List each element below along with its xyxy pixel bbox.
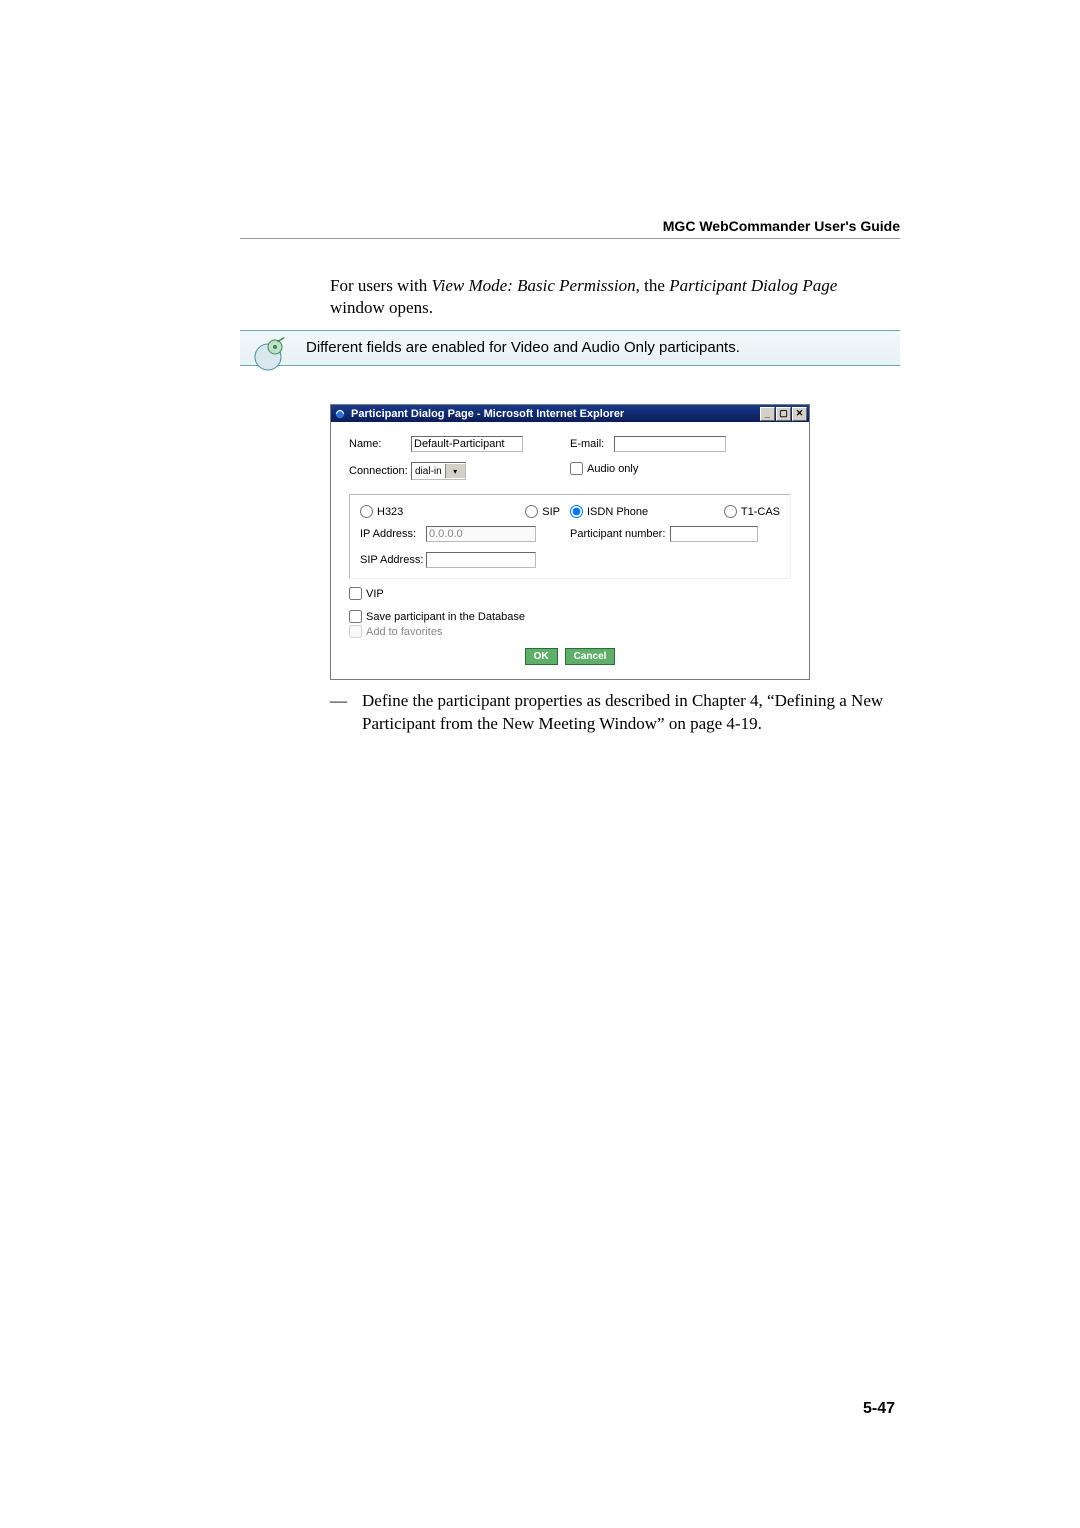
dash-text: Define the participant properties as des…: [362, 690, 895, 736]
dash-bullet: —: [330, 690, 362, 736]
h323-label: H323: [377, 506, 403, 518]
window-minimize-button[interactable]: _: [760, 407, 775, 421]
intro-suffix: window opens.: [330, 298, 433, 317]
ok-button[interactable]: OK: [525, 648, 558, 665]
isdn-label: ISDN Phone: [587, 506, 648, 518]
vip-label: VIP: [366, 588, 384, 600]
connection-value: dial-in: [412, 466, 445, 477]
name-field[interactable]: [411, 436, 523, 452]
t1cas-radio[interactable]: [724, 505, 737, 518]
sip-label: SIP: [542, 506, 560, 518]
cancel-button[interactable]: Cancel: [565, 648, 616, 665]
window-titlebar: Participant Dialog Page - Microsoft Inte…: [331, 405, 809, 422]
intro-italic-2: Participant Dialog Page: [669, 276, 837, 295]
audio-only-label: Audio only: [587, 463, 638, 475]
t1cas-label: T1-CAS: [741, 506, 780, 518]
ip-address-field: [426, 526, 536, 542]
connection-label: Connection:: [349, 465, 411, 477]
intro-mid: the: [640, 276, 669, 295]
note-icon: [248, 335, 288, 375]
chevron-down-icon[interactable]: ▾: [445, 464, 465, 478]
header-rule: [240, 238, 900, 239]
participant-number-field[interactable]: [670, 526, 758, 542]
audio-only-checkbox[interactable]: [570, 462, 583, 475]
vip-checkbox[interactable]: [349, 587, 362, 600]
window-close-button[interactable]: ✕: [792, 407, 807, 421]
connection-type-group: H323 SIP IP Address: SIP Address:: [349, 494, 791, 579]
connection-select[interactable]: dial-in ▾: [411, 462, 466, 480]
email-label: E-mail:: [570, 438, 614, 450]
note-text: Different fields are enabled for Video a…: [306, 339, 740, 356]
intro-paragraph: For users with View Mode: Basic Permissi…: [330, 275, 895, 319]
dialog-body: Name: Connection: dial-in ▾ E-mail:: [331, 422, 809, 679]
note-callout: Different fields are enabled for Video a…: [240, 330, 900, 366]
h323-radio[interactable]: [360, 505, 373, 518]
email-field[interactable]: [614, 436, 726, 452]
intro-italic-1: View Mode: Basic Permission,: [432, 276, 640, 295]
page-header: MGC WebCommander User's Guide: [663, 218, 900, 234]
bullet-paragraph: — Define the participant properties as d…: [330, 690, 895, 736]
name-label: Name:: [349, 438, 411, 450]
participant-dialog-window: Participant Dialog Page - Microsoft Inte…: [330, 404, 810, 680]
window-maximize-button[interactable]: ▢: [776, 407, 791, 421]
intro-prefix: For users with: [330, 276, 432, 295]
add-favorites-checkbox: [349, 625, 362, 638]
save-db-checkbox[interactable]: [349, 610, 362, 623]
sip-radio[interactable]: [525, 505, 538, 518]
ip-address-label: IP Address:: [360, 528, 426, 540]
participant-number-label: Participant number:: [570, 528, 670, 540]
isdn-radio[interactable]: [570, 505, 583, 518]
window-title: Participant Dialog Page - Microsoft Inte…: [351, 408, 760, 420]
ie-icon: [333, 407, 347, 421]
sip-address-label: SIP Address:: [360, 554, 426, 566]
page-number: 5-47: [863, 1400, 895, 1418]
sip-address-field[interactable]: [426, 552, 536, 568]
save-db-label: Save participant in the Database: [366, 611, 525, 623]
add-favorites-label: Add to favorites: [366, 626, 442, 638]
